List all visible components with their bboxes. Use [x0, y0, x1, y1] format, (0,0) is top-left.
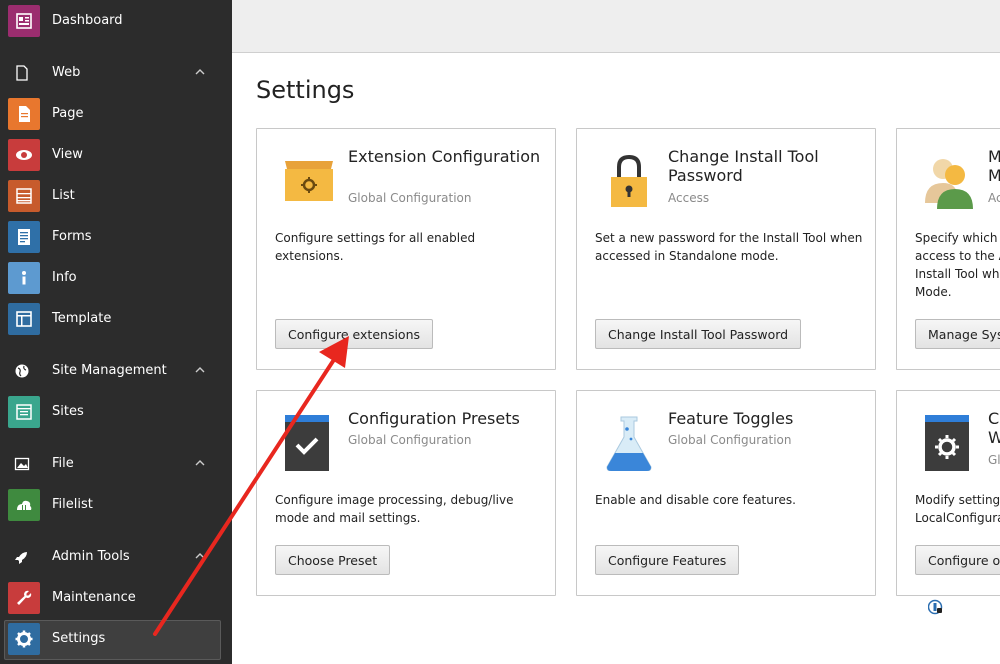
sidebar-item-forms[interactable]: Forms [0, 216, 232, 257]
card-title: Configuration Presets [348, 409, 520, 428]
card-description: Modify setting LocalConfigura [915, 493, 1000, 525]
info-icon [8, 262, 40, 294]
card-title: M M [988, 147, 1000, 185]
sidebar-item-view[interactable]: View [0, 134, 232, 175]
change-install-tool-password-button[interactable]: Change Install Tool Password [595, 319, 802, 349]
card-description: Configure settings for all enabled exten… [275, 231, 476, 263]
page-title: Settings [256, 76, 355, 104]
sidebar-item-label: Template [52, 311, 112, 326]
card-description: Configure image processing, debug/live m… [275, 493, 514, 525]
chevron-up-icon[interactable] [194, 364, 206, 376]
sidebar-group-admin-tools[interactable]: Admin Tools [0, 536, 232, 577]
sidebar-group-label: Admin Tools [52, 549, 130, 564]
sidebar-item-template[interactable]: Template [0, 298, 232, 339]
sidebar-group-site-management[interactable]: Site Management [0, 350, 232, 391]
sites-icon [8, 396, 40, 428]
sidebar-item-label: View [52, 147, 83, 162]
card-configuration-presets: Configuration Presets Global Configurati… [256, 390, 556, 596]
sidebar-item-list[interactable]: List [0, 175, 232, 216]
image-icon [14, 457, 30, 471]
sidebar-item-settings[interactable]: Settings [0, 618, 232, 659]
card-title: Extension Configuration [348, 147, 541, 166]
password-manager-icon[interactable] [928, 599, 944, 615]
sidebar-item-label: Forms [52, 229, 92, 244]
sidebar-group-file[interactable]: File [0, 443, 232, 484]
rocket-icon [15, 552, 27, 564]
template-icon [8, 303, 40, 335]
list-icon [8, 180, 40, 212]
filelist-icon [8, 489, 40, 521]
sidebar-item-filelist[interactable]: Filelist [0, 484, 232, 525]
card-title: Change Install Tool Password [668, 147, 819, 185]
wrench-icon [8, 582, 40, 614]
sidebar-item-page[interactable]: Page [0, 93, 232, 134]
sidebar-group-web[interactable]: Web [0, 52, 232, 93]
page-icon [8, 98, 40, 130]
form-icon [8, 221, 40, 253]
card-manage-system-maintainers: M M Ac Specify which access to the A Ins… [896, 128, 1000, 370]
sidebar-item-maintenance[interactable]: Maintenance [0, 577, 232, 618]
window-gear-icon [925, 415, 969, 471]
dashboard-icon [8, 5, 40, 37]
card-description: Specify which access to the A Install To… [915, 231, 1000, 299]
sidebar-item-label: List [52, 188, 75, 203]
sidebar-item-label: Dashboard [52, 13, 123, 28]
chevron-up-icon[interactable] [194, 457, 206, 469]
document-icon [16, 65, 28, 81]
card-configure-installation-wide-options: C W Gl Modify setting LocalConfigura Con… [896, 390, 1000, 596]
sidebar-group-label: Web [52, 65, 81, 80]
sidebar-item-label: Sites [52, 404, 84, 419]
manage-system-maintainers-button[interactable]: Manage Sys [915, 319, 1000, 349]
card-extension-configuration: Extension Configuration Global Configura… [256, 128, 556, 370]
configure-features-button[interactable]: Configure Features [595, 545, 740, 575]
card-subtitle: Global Configuration [348, 191, 472, 205]
padlock-icon [611, 154, 647, 207]
choose-preset-button[interactable]: Choose Preset [275, 545, 391, 575]
card-subtitle: Gl [988, 453, 1000, 467]
card-title: C W [988, 409, 1000, 447]
card-change-install-tool-password: Change Install Tool Password Access Set … [576, 128, 876, 370]
card-feature-toggles: Feature Toggles Global Configuration Ena… [576, 390, 876, 596]
card-subtitle: Global Configuration [348, 433, 472, 447]
sidebar-group-label: File [52, 456, 74, 471]
card-subtitle: Access [668, 191, 710, 205]
card-description: Set a new password for the Install Tool … [595, 231, 863, 263]
sidebar-group-label: Site Management [52, 363, 167, 378]
chevron-up-icon[interactable] [194, 66, 206, 78]
sidebar-item-label: Filelist [52, 497, 93, 512]
configure-extensions-button[interactable]: Configure extensions [275, 319, 434, 349]
configure-options-button[interactable]: Configure op [915, 545, 1000, 575]
sidebar-item-label: Info [52, 270, 77, 285]
checkbox-icon [285, 415, 329, 471]
gear-icon [8, 623, 40, 655]
users-icon [925, 159, 973, 209]
sidebar-item-sites[interactable]: Sites [0, 391, 232, 432]
sidebar-item-label: Page [52, 106, 84, 121]
card-subtitle: Ac [988, 191, 1000, 205]
sidebar-item-label: Maintenance [52, 590, 136, 605]
sidebar-item-label: Settings [52, 631, 106, 646]
box-gear-icon [285, 161, 333, 201]
eye-icon [8, 139, 40, 171]
globe-icon [15, 364, 29, 378]
chevron-up-icon[interactable] [194, 550, 206, 562]
card-title: Feature Toggles [668, 409, 794, 428]
module-menu: Dashboard Web Page View List Forms Info [0, 0, 232, 664]
flask-icon [606, 416, 652, 471]
docheader [232, 0, 1000, 53]
sidebar-item-dashboard[interactable]: Dashboard [0, 0, 232, 41]
sidebar-item-info[interactable]: Info [0, 257, 232, 298]
card-description: Enable and disable core features. [595, 493, 796, 507]
card-subtitle: Global Configuration [668, 433, 792, 447]
